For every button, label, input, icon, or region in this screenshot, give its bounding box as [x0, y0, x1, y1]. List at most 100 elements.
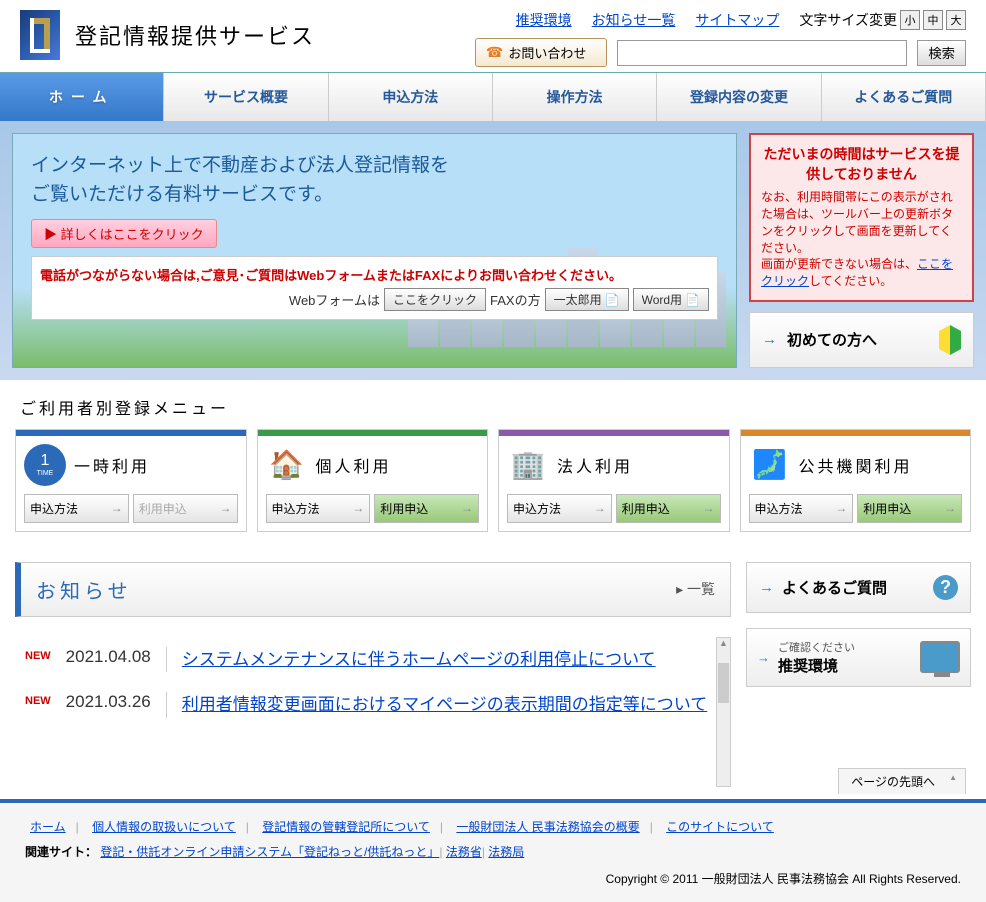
hero-contact-msg: 電話がつながらない場合は,ご意見･ご質問はWebフォームまたはFAXによりお問い… [40, 265, 709, 284]
footer-org[interactable]: 一般財団法人 民事法務協会の概要 [456, 820, 639, 834]
house-icon: 🏠 [266, 444, 308, 486]
user-menu-title: ご利用者別登録メニュー [0, 380, 986, 429]
ichitaro-button[interactable]: 一太郎用 📄 [545, 288, 629, 311]
public-apply-button[interactable]: 申込方法→ [749, 494, 854, 523]
faq-button[interactable]: → よくあるご質問 ? [746, 562, 971, 613]
footer-home[interactable]: ホーム [30, 820, 66, 834]
footer-jurisdiction[interactable]: 登記情報の管轄登記所について [262, 820, 430, 834]
news-scrollbar[interactable]: ▲ [716, 637, 731, 787]
webform-button[interactable]: ここをクリック [384, 288, 486, 311]
related-sites: 関連サイト： 登記・供託オンライン申請システム「登記ねっと/供託ねっと」| 法務… [25, 843, 961, 860]
related-moj[interactable]: 法務省 [446, 845, 482, 859]
word-button[interactable]: Word用 📄 [633, 288, 709, 311]
font-medium-button[interactable]: 中 [923, 10, 943, 30]
page-top-button[interactable]: ページの先頭へ [838, 768, 966, 794]
monitor-icon [920, 641, 960, 673]
link-env[interactable]: 推奨環境 [516, 10, 572, 30]
header-row2: ☎ お問い合わせ 検索 [475, 38, 966, 67]
footer-privacy[interactable]: 個人情報の取扱いについて [92, 820, 236, 834]
hero-contact-row: Webフォームは ここをクリック FAXの方 一太郎用 📄 Word用 📄 [40, 288, 709, 311]
nav-apply[interactable]: 申込方法 [329, 73, 493, 121]
temp-use-button[interactable]: 利用申込→ [133, 494, 238, 523]
news-item: NEW 2021.03.26 利用者情報変更画面におけるマイページの表示期間の指… [25, 682, 721, 728]
first-time-label: 初めての方へ [787, 329, 877, 350]
nav-faq[interactable]: よくあるご質問 [822, 73, 986, 121]
phone-icon: ☎ [486, 44, 503, 61]
nav-change[interactable]: 登録内容の変更 [657, 73, 821, 121]
news-link[interactable]: システムメンテナンスに伴うホームページの利用停止について [166, 647, 721, 673]
card-personal: 🏠 個人利用 申込方法→ 利用申込→ [257, 429, 489, 532]
hero-banner: インターネット上で不動産および法人登記情報を ご覧いただける有料サービスです。 … [12, 133, 737, 368]
news-list: NEW 2021.04.08 システムメンテナンスに伴うホームページの利用停止に… [15, 617, 731, 748]
alert-title: ただいまの時間はサービスを提供しておりません [761, 145, 962, 184]
contact-button[interactable]: ☎ お問い合わせ [475, 38, 607, 67]
hero-section: インターネット上で不動産および法人登記情報を ご覧いただける有料サービスです。 … [0, 121, 986, 380]
news-column: お知らせ ▸ 一覧 NEW 2021.04.08 システムメンテナンスに伴うホー… [15, 562, 731, 748]
page-top-area: ページの先頭へ [0, 763, 986, 799]
link-news-list[interactable]: お知らせ一覧 [592, 10, 676, 30]
search-button[interactable]: 検索 [917, 40, 966, 66]
footer-about[interactable]: このサイトについて [666, 820, 774, 834]
card-corp: 🏢 法人利用 申込方法→ 利用申込→ [498, 429, 730, 532]
site-title: 登記情報提供サービス [75, 19, 315, 51]
related-touki[interactable]: 登記・供託オンライン申請システム「登記ねっと/供託ねっと」 [100, 845, 439, 859]
env-button[interactable]: → ご確認ください 推奨環境 [746, 628, 971, 687]
building-icon: 🏢 [507, 444, 549, 486]
hero-text: インターネット上で不動産および法人登記情報を ご覧いただける有料サービスです。 [31, 152, 718, 209]
personal-use-button[interactable]: 利用申込→ [374, 494, 479, 523]
public-use-button[interactable]: 利用申込→ [857, 494, 962, 523]
new-badge: NEW [25, 692, 51, 707]
fax-label: FAXの方 [490, 290, 541, 309]
arrow-right-icon: → [757, 650, 770, 665]
font-large-button[interactable]: 大 [946, 10, 966, 30]
new-badge: NEW [25, 647, 51, 662]
top-links: 推奨環境 お知らせ一覧 サイトマップ 文字サイズ変更 小 中 大 [516, 10, 966, 30]
content-row: お知らせ ▸ 一覧 NEW 2021.04.08 システムメンテナンスに伴うホー… [0, 532, 986, 763]
footer: ホーム| 個人情報の取扱いについて| 登記情報の管轄登記所について| 一般財団法… [0, 799, 986, 902]
news-header: お知らせ ▸ 一覧 [15, 562, 731, 617]
font-small-button[interactable]: 小 [900, 10, 920, 30]
clock-icon: 1TIME [24, 444, 66, 486]
news-item: NEW 2021.04.08 システムメンテナンスに伴うホームページの利用停止に… [25, 637, 721, 683]
hero-contact-box: 電話がつながらない場合は,ご意見･ご質問はWebフォームまたはFAXによりお問い… [31, 256, 718, 320]
link-sitemap[interactable]: サイトマップ [695, 10, 779, 30]
service-alert: ただいまの時間はサービスを提供しておりません なお、利用時間帯にこの表示がされた… [749, 133, 974, 302]
webform-label: Webフォームは [289, 290, 380, 309]
user-cards: 1TIME 一時利用 申込方法→ 利用申込→ 🏠 個人利用 申込方法→ 利用申込… [0, 429, 986, 532]
first-time-button[interactable]: → 初めての方へ [749, 312, 974, 368]
nav-howto[interactable]: 操作方法 [493, 73, 657, 121]
footer-links: ホーム| 個人情報の取扱いについて| 登記情報の管轄登記所について| 一般財団法… [25, 818, 961, 835]
question-icon: ? [933, 575, 958, 600]
search-input[interactable] [617, 40, 907, 66]
card-temp: 1TIME 一時利用 申込方法→ 利用申込→ [15, 429, 247, 532]
logo-icon [20, 10, 60, 60]
news-date: 2021.03.26 [66, 692, 151, 712]
copyright: Copyright © 2011 一般財団法人 民事法務協会 All Right… [25, 870, 961, 887]
font-size-label: 文字サイズ変更 [799, 10, 897, 30]
personal-apply-button[interactable]: 申込方法→ [266, 494, 371, 523]
nav-overview[interactable]: サービス概要 [164, 73, 328, 121]
font-size-control: 文字サイズ変更 小 中 大 [799, 10, 966, 30]
temp-apply-button[interactable]: 申込方法→ [24, 494, 129, 523]
nav-home[interactable]: ホーム [0, 73, 164, 121]
card-public: 🗾 公共機関利用 申込方法→ 利用申込→ [740, 429, 972, 532]
news-link[interactable]: 利用者情報変更画面におけるマイページの表示期間の指定等について [166, 692, 721, 718]
logo-area[interactable]: 登記情報提供サービス [20, 10, 315, 60]
contact-label: お問い合わせ [508, 43, 586, 62]
news-title: お知らせ [36, 575, 132, 604]
hero-side: ただいまの時間はサービスを提供しておりません なお、利用時間帯にこの表示がされた… [749, 133, 974, 368]
corp-use-button[interactable]: 利用申込→ [616, 494, 721, 523]
arrow-right-icon: → [762, 331, 777, 348]
side-column: → よくあるご質問 ? → ご確認ください 推奨環境 [746, 562, 971, 748]
person-map-icon: 🗾 [749, 444, 791, 486]
header-right: 推奨環境 お知らせ一覧 サイトマップ 文字サイズ変更 小 中 大 ☎ お問い合わ… [475, 10, 966, 67]
main-nav: ホーム サービス概要 申込方法 操作方法 登録内容の変更 よくあるご質問 [0, 72, 986, 121]
related-houmukyoku[interactable]: 法務局 [488, 845, 524, 859]
news-date: 2021.04.08 [66, 647, 151, 667]
beginner-icon [939, 325, 961, 355]
header: 登記情報提供サービス 推奨環境 お知らせ一覧 サイトマップ 文字サイズ変更 小 … [0, 0, 986, 72]
news-list-link[interactable]: ▸ 一覧 [676, 579, 715, 599]
corp-apply-button[interactable]: 申込方法→ [507, 494, 612, 523]
hero-detail-button[interactable]: ▶ 詳しくはここをクリック [31, 219, 217, 248]
arrow-right-icon: → [759, 579, 774, 596]
